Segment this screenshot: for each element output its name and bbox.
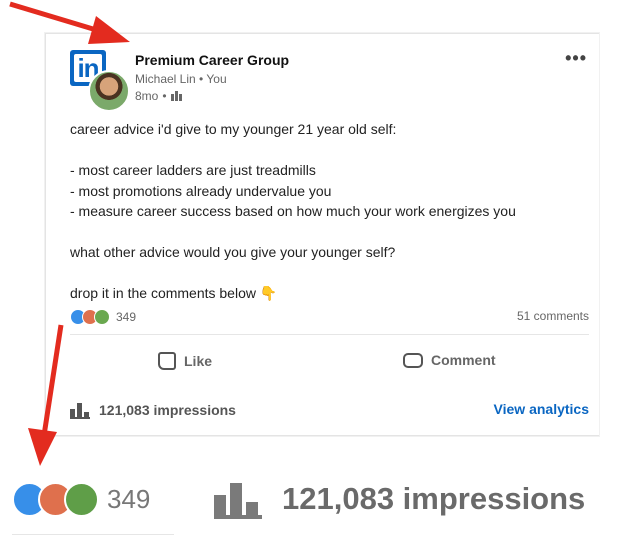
author-relation: You (206, 72, 227, 86)
author-name: Michael Lin (135, 72, 196, 86)
post-text-line: what other advice would you give your yo… (70, 244, 396, 260)
comment-bubble-icon (403, 352, 423, 368)
impressions: 121,083 impressions (70, 401, 236, 419)
zoomed-impressions-label: 121,083 impressions (282, 481, 586, 516)
company-visibility-icon (170, 91, 183, 101)
divider (70, 334, 589, 335)
more-options-icon[interactable]: ••• (565, 48, 587, 69)
zoomed-reactions-count: 349 (107, 484, 151, 514)
comment-label: Comment (431, 352, 496, 368)
avatar[interactable] (88, 70, 130, 112)
post-text-line: - measure career success based on how mu… (70, 203, 516, 219)
insightful-reaction-icon (64, 482, 99, 517)
comment-button[interactable]: Comment (403, 352, 496, 368)
reactions-count: 349 (116, 310, 137, 324)
bar-chart-icon (214, 479, 262, 519)
impressions-label: 121,083 impressions (99, 402, 236, 418)
zoomed-reactions: 349 (12, 482, 150, 517)
post-meta: 8mo • (135, 89, 183, 103)
insightful-reaction-icon (94, 309, 110, 325)
comments-count[interactable]: 51 comments (517, 309, 589, 323)
author-line[interactable]: Michael Lin • You (135, 72, 227, 86)
post-text-line: - most career ladders are just treadmill… (70, 162, 316, 178)
post-text-line: drop it in the comments below 👇 (70, 285, 278, 301)
company-name[interactable]: Premium Career Group (135, 52, 289, 68)
like-button[interactable]: Like (158, 352, 212, 370)
post-text-line: - most promotions already undervalue you (70, 182, 332, 199)
thumbs-up-icon (158, 352, 176, 370)
view-analytics-link[interactable]: View analytics (494, 401, 589, 417)
post-text-line: career advice i'd give to my younger 21 … (70, 121, 397, 137)
zoomed-impressions: 121,083 impressions (214, 479, 585, 519)
bar-chart-icon (70, 401, 90, 419)
like-label: Like (184, 353, 213, 369)
post-card: in Premium Career Group Michael Lin • Yo… (45, 33, 599, 436)
reactions-summary[interactable]: 349 (70, 309, 136, 325)
post-body: career advice i'd give to my younger 21 … (70, 119, 590, 304)
post-age: 8mo (135, 89, 159, 103)
divider (12, 534, 174, 535)
